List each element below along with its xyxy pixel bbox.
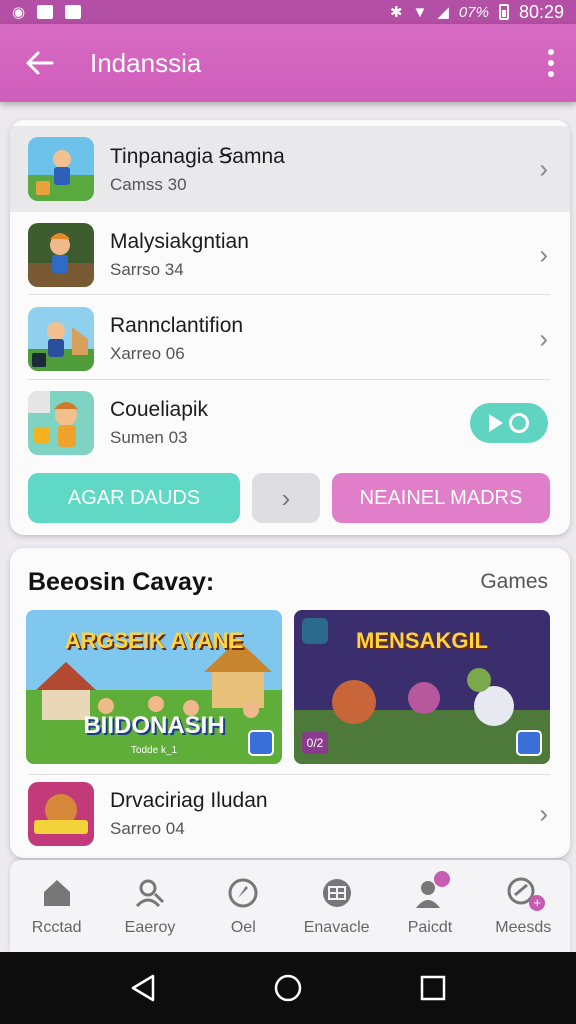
- battery-percent: 07%: [458, 3, 489, 21]
- person-search-icon: [132, 875, 168, 911]
- list-item-subtitle: Sarrso 34: [110, 260, 184, 279]
- banner-badge: 0/2: [302, 732, 328, 754]
- circle-icon: [509, 413, 529, 433]
- more-options-icon[interactable]: [546, 49, 556, 77]
- nav-item-profile[interactable]: Paicdt: [383, 860, 476, 952]
- system-navigation-bar: [0, 952, 576, 1024]
- chevron-right-icon: ›: [539, 239, 548, 270]
- nav-label: Paicdt: [407, 919, 453, 936]
- list-item-title: Rannclantifion: [110, 314, 244, 337]
- game-list-card: Tinpanagia Ꞩamna Camss 30 › Malysiakgnti…: [10, 120, 570, 535]
- list-item-title: Malysiakgntian: [110, 230, 249, 253]
- app-bar: Indanssia: [0, 24, 576, 102]
- game-thumbnail: [28, 391, 94, 455]
- nav-item-explore[interactable]: Eaeroy: [103, 860, 196, 952]
- notification-dot-icon: [433, 871, 450, 887]
- list-item-subtitle: Camss 30: [110, 174, 187, 194]
- chevron-right-icon: ›: [281, 482, 291, 513]
- bottom-navigation: Rcctad Eaeroy Oel Enavacle Paicdt + Mees…: [10, 860, 570, 952]
- section-more-link[interactable]: Games: [480, 570, 548, 594]
- nav-item-messages[interactable]: + Meesds: [477, 860, 570, 952]
- nav-item-grid[interactable]: Enavacle: [290, 860, 383, 952]
- list-item-title: Drvaciriag Iludan: [110, 789, 268, 812]
- play-icon: [489, 414, 503, 432]
- nav-item-discover[interactable]: Oel: [197, 860, 290, 952]
- nav-label: Rcctad: [31, 919, 82, 936]
- game-icon: [248, 730, 274, 756]
- featured-section-card: Beeosin Cavay: Games ARGSEIK AYANE BIIDO…: [10, 548, 570, 858]
- wifi-icon: ▼: [412, 3, 428, 21]
- grid-icon: [319, 875, 355, 911]
- featured-banner[interactable]: ARGSEIK AYANE BIIDONASIH Todde k_1: [26, 610, 282, 764]
- next-button[interactable]: ›: [252, 473, 320, 523]
- section-title: Beeosin Cavay:: [28, 568, 215, 596]
- home-icon: [39, 875, 75, 911]
- game-icon: [516, 730, 542, 756]
- clock: 80:29: [518, 1, 564, 22]
- status-bar: ◉ ✱ ▼ ◢ 07% 80:29: [0, 0, 576, 24]
- chevron-right-icon: ›: [539, 798, 548, 829]
- list-item-subtitle: Sumen 03: [110, 428, 188, 447]
- list-item-title: Tinpanagia Ꞩamna: [110, 144, 285, 168]
- message-icon: [65, 5, 82, 19]
- chevron-right-icon: ›: [539, 323, 548, 354]
- banner-title: MENSAKGIL: [356, 628, 488, 653]
- list-item-subtitle: Xarreo 06: [110, 344, 185, 363]
- back-nav-icon[interactable]: [118, 963, 168, 1013]
- nav-label: Eaeroy: [124, 919, 176, 936]
- battery-icon: [498, 4, 509, 20]
- list-item[interactable]: Rannclantifion Xarreo 06 ›: [10, 296, 570, 382]
- nav-item-home[interactable]: Rcctad: [10, 860, 103, 952]
- list-item-subtitle: Sarreo 04: [110, 819, 185, 838]
- add-icon: +: [529, 895, 546, 911]
- list-item[interactable]: Tinpanagia Ꞩamna Camss 30 ›: [10, 126, 570, 212]
- list-item[interactable]: Malysiakgntian Sarrso 34 ›: [10, 212, 570, 298]
- game-thumbnail: [28, 307, 94, 371]
- notification-icon: [37, 5, 54, 19]
- nav-label: Meesds: [495, 919, 552, 936]
- banner-title: ARGSEIK AYANE: [64, 628, 244, 653]
- profile-icon: [412, 871, 450, 911]
- featured-banner[interactable]: MENSAKGIL 0/2: [294, 610, 550, 764]
- primary-action-button[interactable]: AGAR DAUDS: [28, 473, 240, 523]
- secondary-action-button[interactable]: NEAINEL MADRS: [332, 473, 550, 523]
- back-arrow-icon[interactable]: [20, 43, 60, 83]
- play-button[interactable]: [470, 403, 548, 443]
- game-thumbnail: [28, 223, 94, 287]
- home-nav-icon[interactable]: [263, 963, 313, 1013]
- game-thumbnail: [28, 782, 94, 846]
- compass-icon: [225, 875, 261, 911]
- chevron-right-icon: ›: [539, 153, 548, 184]
- recents-nav-icon[interactable]: [408, 963, 458, 1013]
- banner-tag: Todde k_1: [130, 745, 178, 756]
- signal-icon: ◢: [437, 3, 449, 21]
- game-thumbnail: [28, 137, 94, 201]
- list-item-title: Coueliapik: [110, 398, 209, 421]
- nav-label: Enavacle: [303, 919, 370, 936]
- nav-label: Oel: [230, 919, 256, 936]
- list-item[interactable]: Drvaciriag Iludan Sarreo 04 ›: [10, 774, 570, 854]
- page-title: Indanssia: [90, 47, 202, 78]
- location-icon: ◉: [12, 3, 26, 21]
- divider: [28, 774, 550, 775]
- divider: [28, 294, 550, 295]
- badge-icon: +: [505, 875, 546, 911]
- bluetooth-icon: ✱: [389, 3, 403, 21]
- banner-subtitle: BIIDONASIH: [83, 712, 225, 739]
- list-item[interactable]: Coueliapik Sumen 03: [10, 380, 570, 466]
